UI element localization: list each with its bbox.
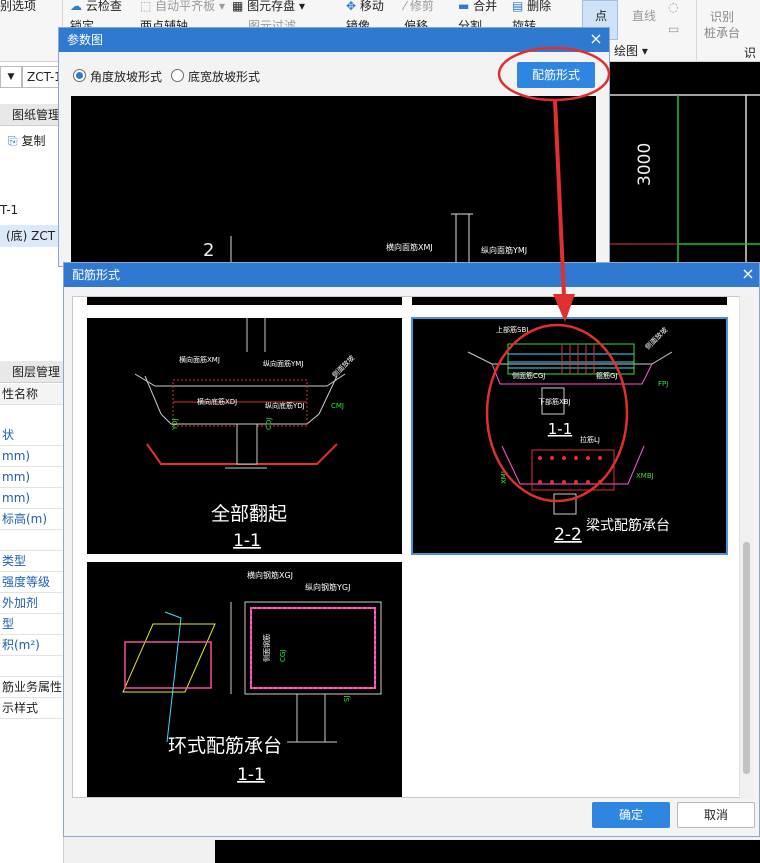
annotation-arrow-head	[553, 294, 575, 322]
annotation-circle-button	[497, 46, 611, 102]
app-window: 别选项 ☁ 云检查 ⬚ 自动平齐板 ▾ ▦ 图元存盘 ▾ ✥ 移动 ⁄ 修剪 ▬…	[0, 0, 760, 863]
annotation-circle-option	[485, 323, 629, 503]
annotation-overlay	[485, 46, 629, 503]
annotation-arrow-line	[553, 99, 566, 297]
